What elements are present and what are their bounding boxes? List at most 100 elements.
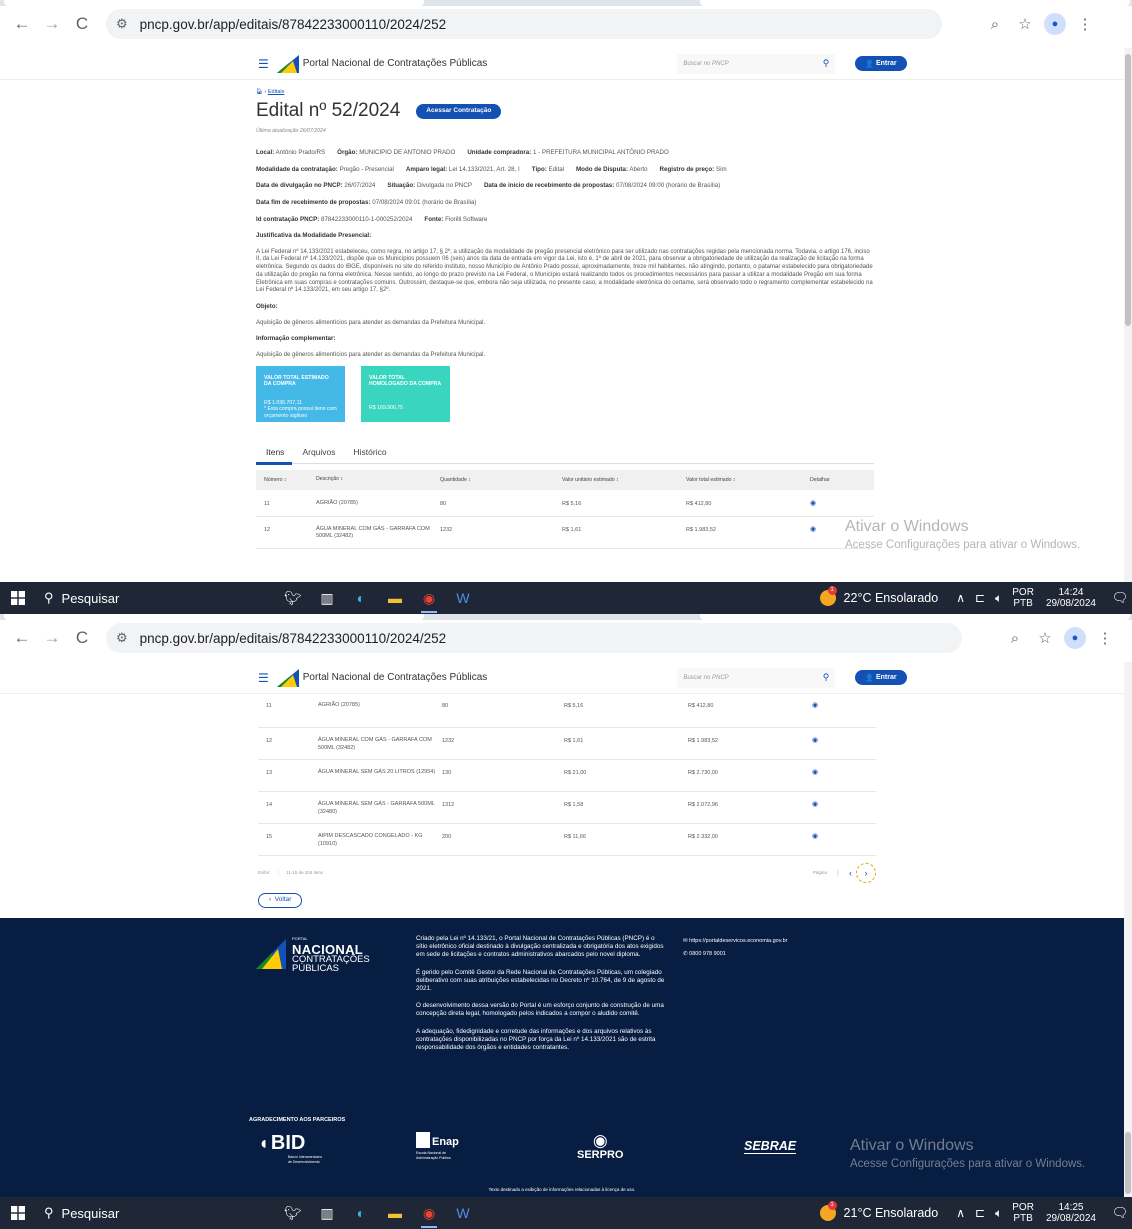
eye-icon[interactable]: ◉	[812, 769, 818, 776]
header-numero[interactable]: Número ↕	[256, 476, 316, 485]
language-indicator[interactable]: POR PTB	[1012, 587, 1034, 609]
bookmark-star-icon[interactable]: ☆	[1010, 15, 1040, 33]
page-scrollbar[interactable]	[1124, 662, 1132, 1197]
prev-page-icon[interactable]: ‹	[849, 868, 852, 878]
search-input[interactable]: Buscar no PNCP ⚲	[677, 53, 836, 74]
word-icon[interactable]: W	[446, 582, 480, 614]
weather-text[interactable]: 21°C Ensolarado	[844, 1206, 939, 1220]
site-settings-icon[interactable]: ⚙	[116, 16, 128, 32]
eye-icon[interactable]: ◉	[812, 702, 818, 709]
address-bar[interactable]: ⚙ pncp.gov.br/app/editais/87842233000110…	[106, 623, 962, 653]
task-view-icon[interactable]: ▥	[310, 582, 344, 614]
windows-taskbar: ⚲Pesquisar 🐦︎ ▥ ◐ ▬ ◉ W 21°C Ensolarado …	[0, 1197, 1132, 1229]
browser-menu-icon[interactable]: ⋮	[1070, 15, 1100, 33]
home-icon[interactable]: 🏠︎	[256, 89, 263, 95]
windows-taskbar: ⚲Pesquisar 🐦︎ ▥ ◐ ▬ ◉ W 22°C Ensolarado …	[0, 582, 1132, 614]
taskbar-search[interactable]: ⚲ Pesquisar	[44, 590, 184, 606]
hamburger-menu-icon[interactable]: ☰	[258, 57, 269, 71]
start-button[interactable]	[0, 1206, 36, 1220]
file-explorer-icon[interactable]: ▬	[378, 1197, 412, 1229]
search-icon[interactable]: ⚲	[823, 672, 830, 683]
eye-icon[interactable]: ◉	[812, 833, 818, 840]
forward-icon[interactable]: →	[38, 624, 66, 652]
tab-arquivos[interactable]: Arquivos	[302, 447, 335, 457]
header-descricao[interactable]: Descrição ↕	[316, 476, 440, 484]
eye-icon[interactable]: ◉	[812, 801, 818, 808]
partner-bid[interactable]: ◖ BID Banco Interamericano de Desenvolvime…	[258, 1132, 322, 1164]
tray-chevron-icon[interactable]: ∧	[956, 1206, 965, 1220]
zoom-icon[interactable]: ⌕	[1000, 630, 1030, 647]
eye-icon[interactable]: ◉	[810, 526, 816, 533]
language-indicator[interactable]: POR PTB	[1012, 1202, 1034, 1224]
login-button[interactable]: 👤 Entrar	[855, 56, 907, 71]
chrome-icon[interactable]: ◉	[412, 1197, 446, 1229]
contact-phone[interactable]: 0800 978 9001	[689, 951, 726, 957]
edge-icon[interactable]: ◐	[344, 1197, 378, 1229]
address-bar[interactable]: ⚙ pncp.gov.br/app/editais/87842233000110…	[106, 9, 942, 39]
field-divulgacao: Data de divulgação no PNCP: 26/07/2024	[256, 182, 376, 190]
task-view-icon[interactable]: ▥	[310, 1197, 344, 1229]
site-header: ☰ Portal Nacional de Contratações Públic…	[0, 662, 1132, 694]
contact-url-link[interactable]: https://portaldeservicos.economia.gov.br	[689, 938, 787, 944]
field-orgao: Órgão: MUNICIPIO DE ANTONIO PRADO	[337, 149, 456, 157]
network-icon[interactable]: ⊏	[975, 1206, 985, 1220]
word-icon[interactable]: W	[446, 1197, 480, 1229]
field-amparo: Amparo legal: Lei 14.133/2021, Art. 28, …	[405, 165, 520, 173]
network-icon[interactable]: ⊏	[975, 591, 985, 605]
back-icon[interactable]: ←	[8, 624, 36, 652]
header-valor-unitario[interactable]: Valor unitário estimado ↕	[562, 476, 686, 485]
reload-icon[interactable]: C	[68, 624, 96, 652]
site-settings-icon[interactable]: ⚙	[116, 630, 128, 646]
items-per-page-select[interactable]: 11-15 de 204 itens	[286, 870, 323, 875]
mascot-icon[interactable]: 🐦︎	[276, 1197, 310, 1229]
clock[interactable]: 14:25 29/08/2024	[1046, 1202, 1096, 1224]
profile-avatar[interactable]: ●	[1064, 627, 1086, 649]
eye-icon[interactable]: ◉	[810, 500, 816, 507]
header-valor-total[interactable]: Valor total estimado ↕	[686, 476, 810, 485]
back-icon[interactable]: ←	[8, 10, 36, 38]
file-explorer-icon[interactable]: ▬	[378, 582, 412, 614]
weather-icon[interactable]	[819, 586, 837, 606]
search-input[interactable]: Buscar no PNCP ⚲	[677, 667, 836, 688]
hamburger-menu-icon[interactable]: ☰	[258, 671, 269, 685]
search-icon[interactable]: ⚲	[823, 58, 830, 69]
zoom-icon[interactable]: ⌕	[980, 16, 1010, 33]
access-contract-button[interactable]: Acessar Contratação	[416, 103, 502, 119]
back-button[interactable]: ‹ Voltar	[258, 893, 303, 908]
partner-sebrae[interactable]: SEBRAE	[744, 1140, 797, 1154]
weather-icon[interactable]	[819, 1201, 837, 1221]
partner-serpro[interactable]: ◉ SERPRO	[577, 1132, 623, 1161]
tab-itens[interactable]: Itens	[256, 447, 284, 457]
volume-muted-icon[interactable]: 🔈︎	[995, 1206, 1002, 1221]
page-scrollbar[interactable]	[1124, 48, 1132, 582]
header-quantidade[interactable]: Quantidade ↕	[440, 476, 562, 485]
bookmark-star-icon[interactable]: ☆	[1030, 629, 1060, 647]
reload-icon[interactable]: C	[68, 10, 96, 38]
partner-enap[interactable]: Enap Escola Nacional de Administração Púb…	[416, 1132, 459, 1160]
breadcrumb-editais[interactable]: Editais	[268, 89, 285, 95]
clock[interactable]: 14:24 29/08/2024	[1046, 587, 1096, 609]
edge-icon[interactable]: ◐	[344, 582, 378, 614]
eye-icon[interactable]: ◉	[812, 737, 818, 744]
browser-menu-icon[interactable]: ⋮	[1090, 629, 1120, 647]
notifications-icon[interactable]: 🗨︎	[1108, 590, 1132, 606]
portal-name: Portal Nacional de Contratações Públicas	[302, 672, 488, 683]
volume-muted-icon[interactable]: 🔈︎	[995, 591, 1002, 606]
tab-historico[interactable]: Histórico	[354, 447, 387, 457]
field-registro: Registro de preço: Sim	[659, 165, 727, 173]
tray-chevron-icon[interactable]: ∧	[956, 591, 965, 605]
table-row: 12 ÁGUA MINERAL COM GÁS - GARRAFA COM 50…	[258, 728, 876, 760]
footer-logo: PORTAL NACIONAL CONTRATAÇÕES PÚBLICAS	[256, 934, 370, 973]
notifications-icon[interactable]: 🗨︎	[1108, 1205, 1132, 1221]
footer-contacts: ✉ https://portaldeservicos.economia.gov.…	[683, 935, 787, 961]
taskbar-search[interactable]: ⚲ Pesquisar	[44, 1205, 184, 1221]
profile-avatar[interactable]: ●	[1044, 13, 1066, 35]
objeto-title: Objeto:	[256, 302, 278, 310]
forward-icon[interactable]: →	[38, 10, 66, 38]
chrome-icon[interactable]: ◉	[412, 582, 446, 614]
login-button[interactable]: 👤 Entrar	[855, 670, 907, 685]
weather-text[interactable]: 22°C Ensolarado	[844, 591, 939, 605]
mascot-icon[interactable]: 🐦︎	[276, 582, 310, 614]
start-button[interactable]	[0, 591, 36, 605]
next-page-button[interactable]: ›	[856, 863, 876, 883]
